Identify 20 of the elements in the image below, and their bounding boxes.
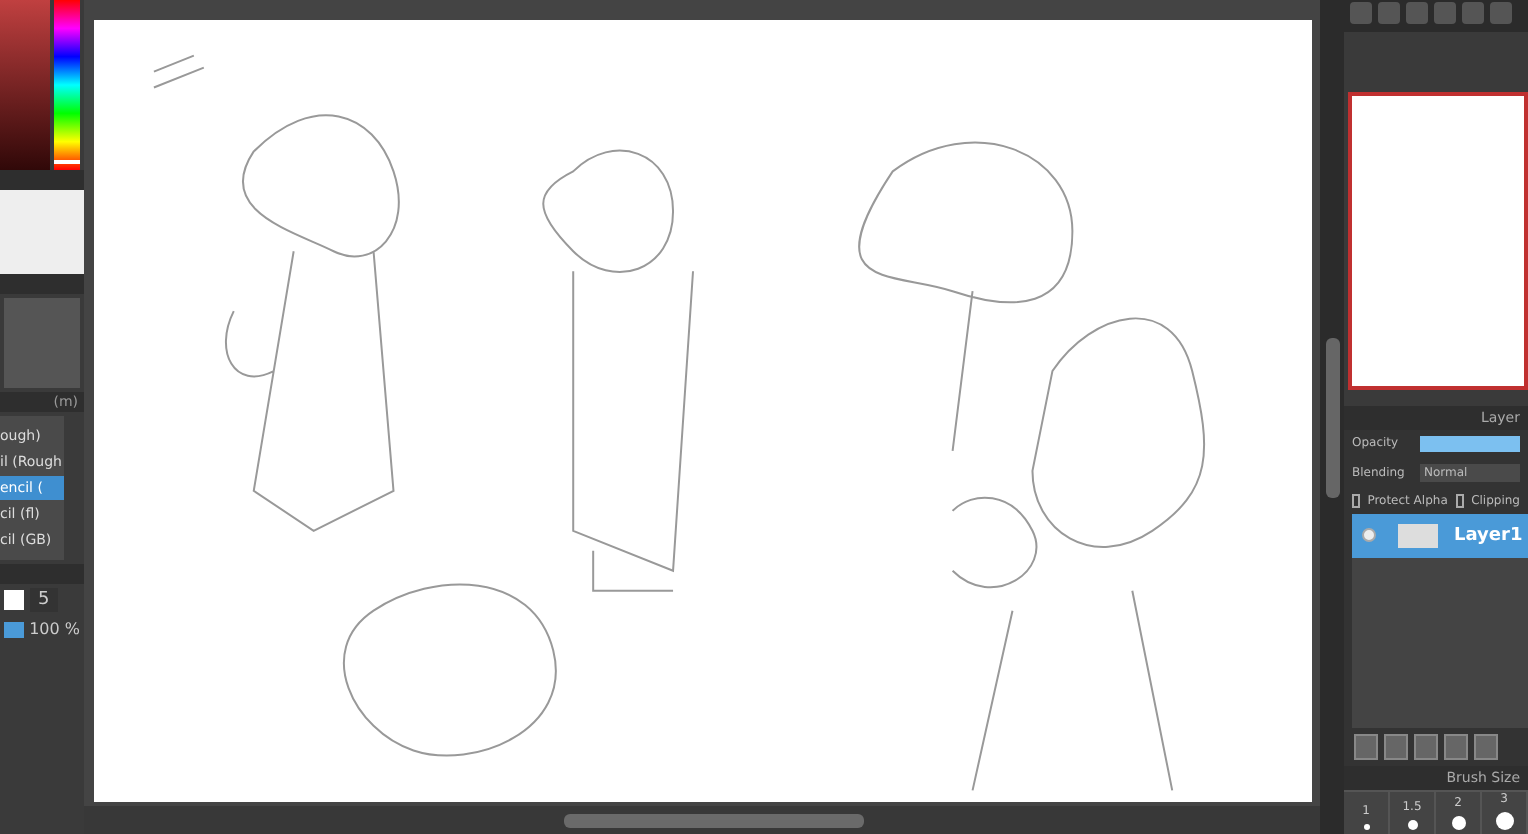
opacity-value: 100 % <box>29 620 80 638</box>
visibility-icon[interactable] <box>1362 528 1376 543</box>
opacity-slider-fill[interactable] <box>1420 435 1520 452</box>
brush-size-value[interactable]: 5 <box>30 588 58 612</box>
layer-name: Layer1 <box>1454 525 1523 546</box>
checkbox[interactable] <box>1455 493 1464 508</box>
vertical-scrollbar[interactable] <box>1325 337 1339 497</box>
stroke-preview <box>0 190 84 274</box>
layer-thumbnail <box>1398 523 1438 548</box>
color-field[interactable] <box>0 0 50 170</box>
layer-action-icon[interactable] <box>1384 733 1408 760</box>
layer-action-icon[interactable] <box>1414 733 1438 760</box>
color-swatch <box>4 590 24 610</box>
navigator-preview[interactable] <box>1348 91 1528 390</box>
layer-action-icon[interactable] <box>1444 733 1468 760</box>
horizontal-scrollbar[interactable] <box>564 813 864 827</box>
checkbox[interactable] <box>1352 493 1360 508</box>
layer-action-icon[interactable] <box>1474 733 1498 760</box>
layer-action-icon[interactable] <box>1354 733 1378 760</box>
brush-panel <box>4 298 80 388</box>
